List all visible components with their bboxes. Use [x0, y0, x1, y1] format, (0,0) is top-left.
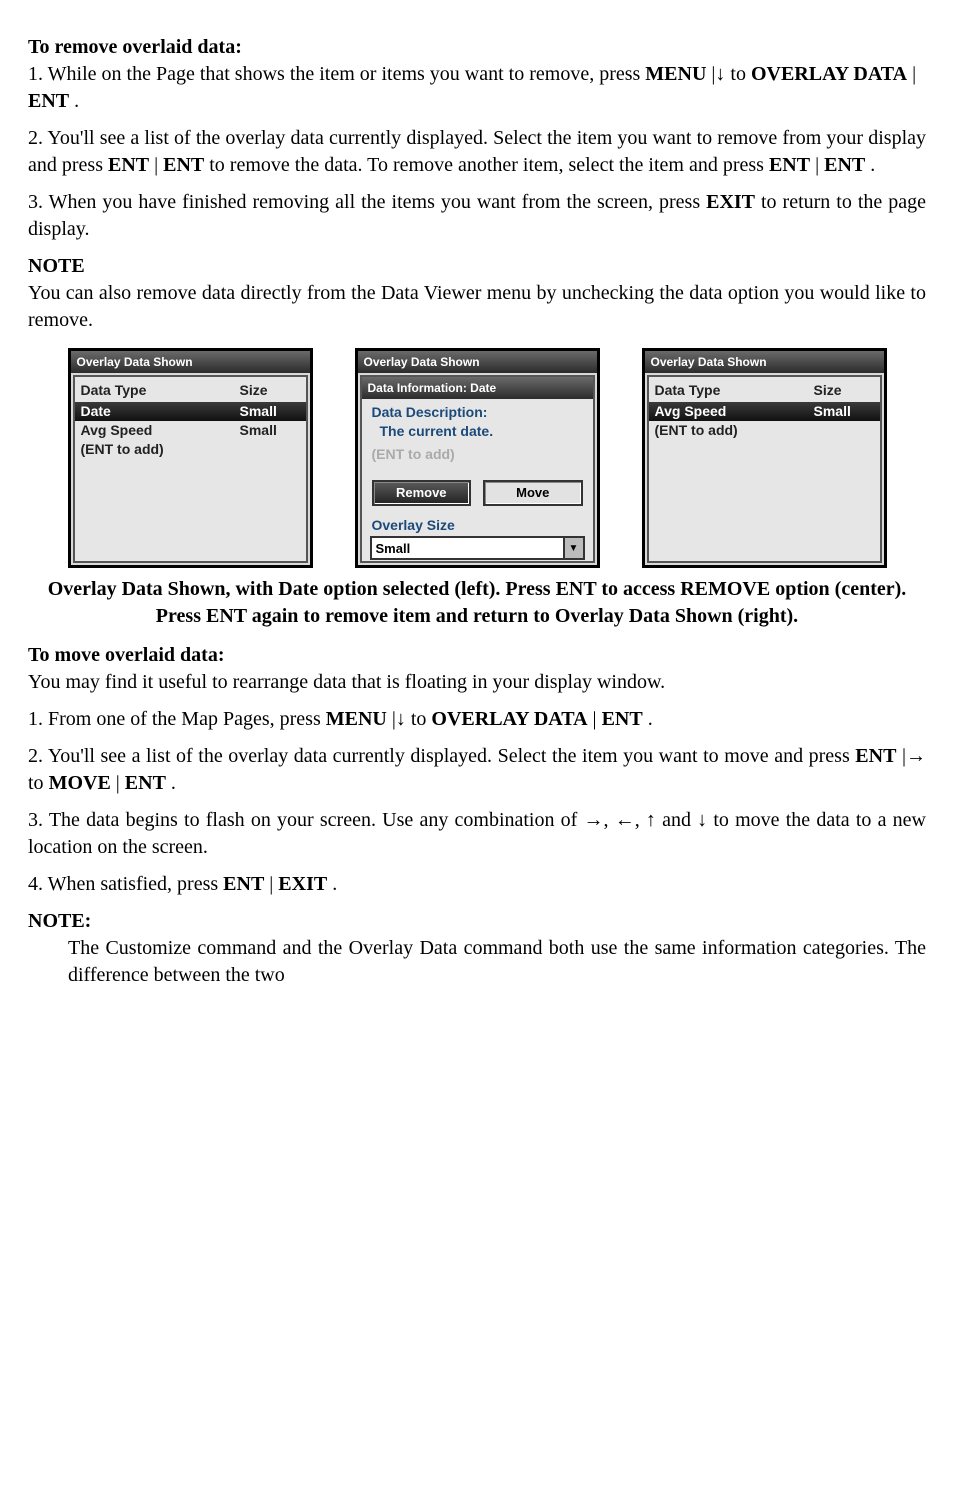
txt: 1. While on the Page that shows the item…: [28, 63, 645, 85]
key-ent: ENT: [28, 90, 69, 112]
cell-label: Avg Speed: [655, 402, 814, 421]
txt: |: [593, 708, 602, 730]
window-left: Overlay Data Shown Data Type Size Date S…: [68, 348, 313, 568]
txt: |: [815, 154, 824, 176]
txt: to access: [601, 578, 680, 600]
txt: .: [870, 154, 875, 176]
step-3: 3. When you have finished removing all t…: [28, 189, 926, 243]
note-heading: NOTE: [28, 253, 926, 280]
step-2: 2. You'll see a list of the overlay data…: [28, 125, 926, 179]
cell-size: Small: [240, 402, 300, 421]
col-size: Size: [814, 381, 874, 400]
desc-text: The current date.: [364, 422, 591, 445]
ghost-hint: (ENT to add): [364, 445, 591, 470]
key-ent: ENT: [206, 605, 252, 627]
column-headers: Data Type Size: [75, 377, 306, 402]
remove-button[interactable]: Remove: [372, 480, 472, 506]
txt: to remove the data. To remove another it…: [209, 154, 769, 176]
key-exit: EXIT: [706, 191, 755, 213]
titlebar: Overlay Data Shown: [645, 351, 884, 373]
button-row: Remove Move: [364, 470, 591, 512]
window-right: Overlay Data Shown Data Type Size Avg Sp…: [642, 348, 887, 568]
sub-titlebar: Data Information: Date: [362, 377, 593, 399]
txt: |: [269, 873, 278, 895]
key-menu: MENU: [645, 63, 706, 85]
menu-move: MOVE: [49, 772, 111, 794]
key-ent: ENT: [125, 772, 166, 794]
txt: |: [154, 154, 163, 176]
titlebar: Overlay Data Shown: [71, 351, 310, 373]
key-menu: MENU: [326, 708, 387, 730]
key-ent: ENT: [223, 873, 264, 895]
txt: .: [171, 772, 176, 794]
txt: 4. When satisfied, press: [28, 873, 223, 895]
row-avgspeed[interactable]: Avg Speed Small: [75, 421, 306, 440]
screenshot-row: Overlay Data Shown Data Type Size Date S…: [28, 348, 926, 568]
cell-size: Small: [814, 402, 874, 421]
desc-label: Data Description:: [364, 403, 591, 422]
menu-overlay-data: OVERLAY DATA: [431, 708, 587, 730]
move-intro: You may find it useful to rearrange data…: [28, 669, 926, 696]
menu-overlay-data: OVERLAY DATA: [751, 63, 907, 85]
txt: 3. When you have finished removing all t…: [28, 191, 706, 213]
txt: .: [648, 708, 653, 730]
heading-remove: To remove overlaid data:: [28, 34, 926, 61]
col-type: Data Type: [81, 381, 240, 400]
titlebar: Overlay Data Shown: [358, 351, 597, 373]
remove-word: REMOVE: [680, 578, 775, 600]
txt: |↓ to: [711, 63, 751, 85]
cell-label: Avg Speed: [81, 421, 240, 440]
window-body: Data Information: Date Data Description:…: [360, 375, 595, 563]
txt: Overlay Data Shown, with Date option sel…: [48, 578, 556, 600]
key-ent: ENT: [855, 745, 896, 767]
figure-caption: Overlay Data Shown, with Date option sel…: [28, 576, 926, 630]
txt: again to remove item and return to Overl…: [252, 605, 798, 627]
window-body: Data Type Size Date Small Avg Speed Smal…: [73, 375, 308, 563]
note-heading-2: NOTE:: [28, 908, 926, 935]
cell-size: Small: [240, 421, 300, 440]
col-size: Size: [240, 381, 300, 400]
txt: .: [74, 90, 79, 112]
txt: 1. From one of the Map Pages, press: [28, 708, 326, 730]
txt: |↓ to: [392, 708, 432, 730]
ent-hint: (ENT to add): [649, 421, 880, 440]
cell-label: Date: [81, 402, 240, 421]
txt: .: [332, 873, 337, 895]
key-exit: EXIT: [278, 873, 327, 895]
key-ent: ENT: [163, 154, 204, 176]
txt: 2. You'll see a list of the overlay data…: [28, 745, 855, 767]
row-date[interactable]: Date Small: [75, 402, 306, 421]
move-step-2: 2. You'll see a list of the overlay data…: [28, 743, 926, 797]
note-para-2: The Customize command and the Overlay Da…: [28, 935, 926, 989]
ent-hint: (ENT to add): [75, 440, 306, 459]
txt: |: [912, 63, 916, 85]
column-headers: Data Type Size: [649, 377, 880, 402]
note-para: You can also remove data directly from t…: [28, 280, 926, 334]
heading-move: To move overlaid data:: [28, 642, 926, 669]
chevron-down-icon: ▼: [563, 538, 583, 558]
key-ent: ENT: [602, 708, 643, 730]
key-ent: ENT: [556, 578, 602, 600]
col-type: Data Type: [655, 381, 814, 400]
step-1: 1. While on the Page that shows the item…: [28, 61, 926, 115]
dropdown-value: Small: [372, 540, 563, 558]
move-button[interactable]: Move: [483, 480, 583, 506]
overlay-size-dropdown[interactable]: Small ▼: [370, 536, 585, 560]
overlay-size-label: Overlay Size: [364, 512, 591, 537]
move-step-4: 4. When satisfied, press ENT | EXIT .: [28, 871, 926, 898]
window-center: Overlay Data Shown Data Information: Dat…: [355, 348, 600, 568]
window-body: Data Type Size Avg Speed Small (ENT to a…: [647, 375, 882, 563]
key-ent: ENT: [769, 154, 810, 176]
key-ent: ENT: [824, 154, 865, 176]
move-step-1: 1. From one of the Map Pages, press MENU…: [28, 706, 926, 733]
key-ent: ENT: [108, 154, 149, 176]
row-avgspeed[interactable]: Avg Speed Small: [649, 402, 880, 421]
txt: |: [116, 772, 125, 794]
move-step-3: 3. The data begins to flash on your scre…: [28, 807, 926, 861]
